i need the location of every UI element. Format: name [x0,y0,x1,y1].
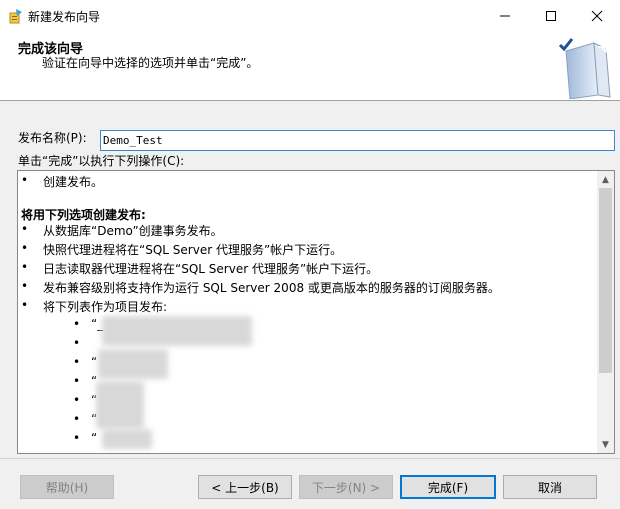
list-item-text: 从数据库“Demo”创建事务发布。 [43,224,223,238]
list-item-text: 创建发布。 [43,175,104,189]
maximize-icon [546,10,556,21]
bullet-icon: • [21,298,29,312]
book-check-icon [558,37,618,99]
bullet-icon: • [21,279,29,293]
bullet-icon: • [21,260,29,274]
wizard-header: 完成该向导 验证在向导中选择的选项并单击“完成”。 [0,31,620,101]
list-heading-text: 将用下列选项创建发布: [21,208,146,222]
redacted-region [102,316,252,346]
bullet-icon: • [73,336,81,350]
title-bar: 新建发布向导 [0,0,620,31]
redacted-region [96,381,144,429]
list-item-text: 发布兼容级别将支持作为运行 SQL Server 2008 或更高版本的服务器的… [43,281,500,295]
vertical-scrollbar[interactable]: ▲ ▼ [597,171,614,453]
maximize-button[interactable] [528,0,574,31]
help-button[interactable]: 帮助(H) [20,475,114,499]
sub-list-item-text: “ [91,431,98,445]
operations-list[interactable]: • 创建发布。 将用下列选项创建发布: • 从数据库“Demo”创建事务发布。 … [17,170,615,454]
scroll-down-icon[interactable]: ▼ [597,436,614,453]
close-button[interactable] [574,0,620,31]
bullet-icon: • [73,412,81,426]
operations-label: 单击“完成”以执行下列操作(C): [18,154,185,168]
operations-content: • 创建发布。 将用下列选项创建发布: • 从数据库“Demo”创建事务发布。 … [18,171,596,453]
bullet-icon: • [73,317,81,331]
bullet-icon: • [73,374,81,388]
next-button[interactable]: 下一步(N) > [299,475,393,499]
publication-name-input[interactable]: Demo_Test [100,130,615,151]
sub-list-item-text: “ [91,355,98,369]
bullet-icon: • [73,431,81,445]
list-item-text: 将下列表作为项目发布: [43,300,168,314]
wizard-app-icon [9,9,22,24]
cancel-button[interactable]: 取消 [503,475,597,499]
minimize-icon [500,15,510,16]
scroll-up-icon[interactable]: ▲ [597,171,614,188]
redacted-region [98,349,168,379]
bullet-icon: • [21,222,29,236]
bullet-icon: • [21,173,29,187]
bullet-icon: • [73,393,81,407]
finish-button[interactable]: 完成(F) [400,475,496,499]
list-item-text: 快照代理进程将在“SQL Server 代理服务”帐户下运行。 [43,243,343,257]
redacted-region [102,429,152,449]
back-button[interactable]: < 上一步(B) [198,475,292,499]
publication-name-label: 发布名称(P): [18,131,87,145]
bullet-icon: • [21,241,29,255]
close-icon [591,10,603,21]
minimize-button[interactable] [482,0,528,31]
page-subtitle: 验证在向导中选择的选项并单击“完成”。 [42,56,259,70]
list-item-text: 日志读取器代理进程将在“SQL Server 代理服务”帐户下运行。 [43,262,379,276]
wizard-body: 发布名称(P): Demo_Test 单击“完成”以执行下列操作(C): • 创… [0,101,620,458]
wizard-footer: 帮助(H) < 上一步(B) 下一步(N) > 完成(F) 取消 [0,458,620,509]
window-title: 新建发布向导 [28,10,101,24]
bullet-icon: • [73,355,81,369]
scroll-thumb[interactable] [599,188,612,373]
